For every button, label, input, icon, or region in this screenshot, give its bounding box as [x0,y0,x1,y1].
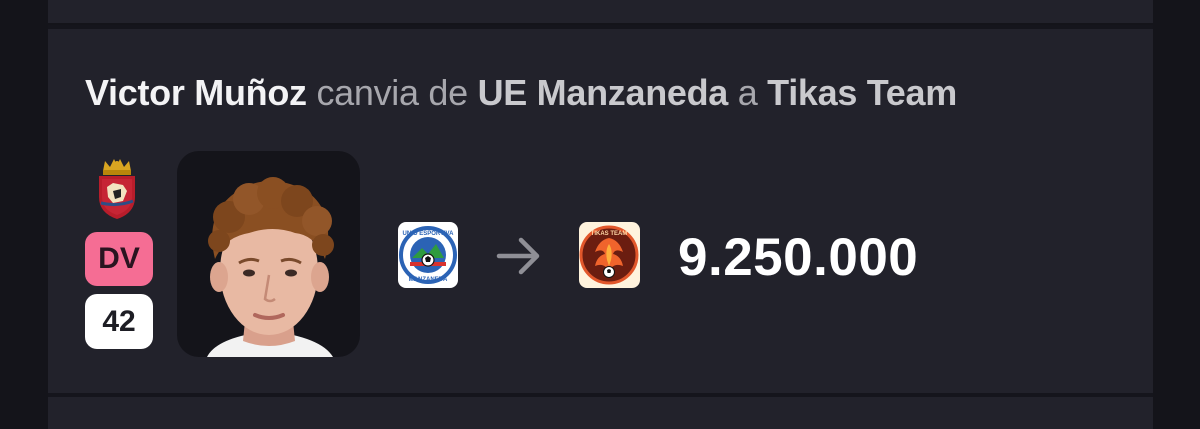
player-avatar[interactable] [177,151,360,357]
tikas-team-logo-icon: TIKAS TEAM [579,225,639,285]
verb-text: canvia de [316,72,468,113]
transfer-card[interactable]: Victor Muñoz canvia de UE Manzaneda a Ti… [48,29,1153,393]
page: Victor Muñoz canvia de UE Manzaneda a Ti… [0,0,1200,429]
arrow-right-icon [496,237,540,275]
to-team-logo[interactable]: TIKAS TEAM [579,222,640,288]
from-logo-top-text: UNIÓ ESPORTIVA [403,229,455,237]
ue-manzaneda-logo-icon: UNIÓ ESPORTIVA MANZANEDA [399,226,457,284]
right-gutter [1153,0,1200,429]
from-team-logo[interactable]: UNIÓ ESPORTIVA MANZANEDA [398,222,458,288]
player-name[interactable]: Victor Muñoz [85,72,307,113]
from-logo-bottom-text: MANZANEDA [409,277,448,283]
number-badge: 42 [85,294,153,349]
position-badge: DV [85,232,153,286]
previous-card[interactable] [48,0,1153,25]
next-card[interactable] [48,397,1153,429]
from-team-name[interactable]: UE Manzaneda [478,72,729,113]
transfer-headline: Victor Muñoz canvia de UE Manzaneda a Ti… [85,71,957,115]
to-team-name[interactable]: Tikas Team [767,72,957,113]
osasuna-crest-icon [99,159,135,219]
transfer-value: 9.250.000 [678,228,919,287]
to-logo-top-text: TIKAS TEAM [591,231,628,237]
player-photo [207,177,334,357]
left-gutter [0,0,48,429]
connector-text: a [737,72,758,113]
